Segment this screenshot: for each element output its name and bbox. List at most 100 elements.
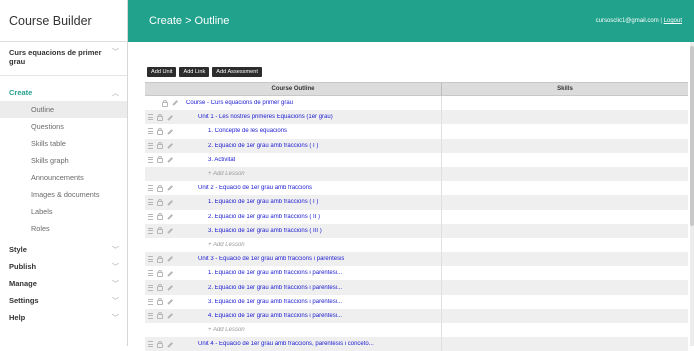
add-lesson-link[interactable]: + Add Lesson	[186, 171, 245, 177]
lock-icon[interactable]	[157, 198, 163, 206]
add-assessment-button[interactable]: Add Assessment	[212, 67, 262, 77]
app-title: Course Builder	[0, 0, 127, 42]
unit-title-link[interactable]: Unit 2 - Equació de 1er grau amb fraccio…	[186, 185, 312, 191]
nav-help[interactable]: Help ﹀	[0, 309, 127, 326]
lock-icon[interactable]	[157, 184, 163, 192]
lesson-title-link[interactable]: 4. Equació de 1er grau amb fraccions i p…	[186, 313, 342, 319]
unit-title-link[interactable]: Unit 4 - Equació de 1er grau amb fraccio…	[186, 341, 374, 347]
pencil-icon[interactable]	[167, 313, 173, 319]
lock-icon[interactable]	[162, 99, 168, 107]
row-icons	[145, 198, 186, 206]
column-divider	[441, 96, 442, 111]
row-icons	[145, 142, 186, 150]
pencil-icon[interactable]	[167, 128, 173, 135]
drag-handle-icon[interactable]	[148, 227, 153, 234]
pencil-icon[interactable]	[167, 185, 173, 191]
lock-icon[interactable]	[157, 269, 163, 277]
lock-icon[interactable]	[157, 340, 163, 348]
lesson-title-link[interactable]: 2. Equació de 1er grau amb fraccions i p…	[186, 285, 342, 291]
sidebar-item-images-documents[interactable]: Images & documents	[0, 186, 127, 203]
lock-icon[interactable]	[157, 312, 163, 320]
sidebar-item-skills-graph[interactable]: Skills graph	[0, 152, 127, 169]
drag-handle-icon[interactable]	[148, 298, 153, 305]
lesson-title-link[interactable]: 1. Equació de 1er grau amb fraccions ( I…	[186, 199, 318, 205]
lesson-title-link[interactable]: 3. Equació de 1er grau amb fraccions ( I…	[186, 228, 322, 234]
lesson-title-link[interactable]: 1. Concepte de les equacions	[186, 128, 287, 134]
add-link-button[interactable]: Add Link	[179, 67, 210, 77]
lesson-row: 2. Equació de 1er grau amb fraccions i p…	[145, 280, 688, 295]
row-icons	[145, 213, 186, 221]
sidebar-item-outline[interactable]: Outline	[0, 101, 127, 118]
unit-title-link[interactable]: Unit 1 - Les nostres primeres Equacions …	[186, 114, 333, 120]
lesson-title-link[interactable]: 2. Equació de 1er grau amb fraccions ( I…	[186, 214, 320, 220]
sidebar-item-skills-table[interactable]: Skills table	[0, 135, 127, 152]
lesson-row: 2. Equació de 1er grau amb fraccions ( I…	[145, 138, 688, 153]
scrollbar-thumb[interactable]	[690, 46, 694, 226]
column-divider	[441, 138, 442, 153]
pencil-icon[interactable]	[167, 199, 173, 206]
add-unit-button[interactable]: Add Unit	[147, 67, 177, 77]
nav-publish[interactable]: Publish ﹀	[0, 258, 127, 275]
drag-handle-icon[interactable]	[148, 270, 153, 277]
nav-manage[interactable]: Manage ﹀	[0, 275, 127, 292]
drag-handle-icon[interactable]	[148, 185, 153, 192]
nav-create[interactable]: Create ︿	[0, 84, 127, 101]
sidebar-item-questions[interactable]: Questions	[0, 118, 127, 135]
row-icons	[145, 227, 186, 235]
col-skills: Skills	[557, 86, 573, 92]
column-divider	[441, 124, 442, 139]
lock-icon[interactable]	[157, 127, 163, 135]
nav-settings[interactable]: Settings ﹀	[0, 292, 127, 309]
row-icons	[145, 184, 186, 192]
pencil-icon[interactable]	[167, 114, 173, 120]
sidebar-item-roles[interactable]: Roles	[0, 220, 127, 237]
add-lesson-link[interactable]: + Add Lesson	[186, 327, 245, 333]
pencil-icon[interactable]	[167, 213, 173, 220]
drag-handle-icon[interactable]	[148, 142, 153, 149]
outline-table: Course Outline Skills Course - Curs equa…	[145, 82, 688, 351]
lock-icon[interactable]	[157, 142, 163, 150]
lesson-title-link[interactable]: 3. Activitat	[186, 157, 235, 163]
drag-handle-icon[interactable]	[148, 256, 153, 263]
lesson-row: 1. Concepte de les equacions	[145, 124, 688, 139]
lock-icon[interactable]	[157, 113, 163, 121]
course-selector[interactable]: Curs equacions de primer grau ﹀	[0, 42, 127, 76]
drag-handle-icon[interactable]	[148, 128, 153, 135]
sidebar-item-labels[interactable]: Labels	[0, 203, 127, 220]
column-divider	[441, 323, 442, 338]
pencil-icon[interactable]	[172, 100, 178, 106]
logout-link[interactable]: Logout	[664, 18, 682, 24]
drag-handle-icon[interactable]	[148, 213, 153, 220]
lock-icon[interactable]	[157, 156, 163, 164]
add-lesson-link[interactable]: + Add Lesson	[186, 242, 245, 248]
pencil-icon[interactable]	[167, 284, 173, 291]
nav-style[interactable]: Style ﹀	[0, 241, 127, 258]
lock-icon[interactable]	[157, 213, 163, 221]
pencil-icon[interactable]	[167, 341, 173, 347]
lesson-title-link[interactable]: 1. Equació de 1er grau amb fraccions i p…	[186, 270, 342, 276]
drag-handle-icon[interactable]	[148, 199, 153, 206]
pencil-icon[interactable]	[167, 228, 173, 234]
lock-icon[interactable]	[157, 284, 163, 292]
drag-handle-icon[interactable]	[148, 284, 153, 291]
drag-handle-icon[interactable]	[148, 156, 153, 163]
pencil-icon[interactable]	[167, 270, 173, 276]
pencil-icon[interactable]	[167, 256, 173, 262]
lock-icon[interactable]	[157, 255, 163, 263]
drag-handle-icon[interactable]	[148, 312, 153, 319]
lesson-title-link[interactable]: 3. Equació de 1er grau amb fraccions i p…	[186, 299, 342, 305]
breadcrumb: Create > Outline	[149, 15, 230, 27]
chevron-down-icon: ﹀	[112, 263, 119, 271]
pencil-icon[interactable]	[167, 143, 173, 149]
unit-title-link[interactable]: Unit 3 - Equació de 1er grau amb fraccio…	[186, 256, 344, 262]
row-icons	[145, 284, 186, 292]
drag-handle-icon[interactable]	[148, 114, 153, 121]
pencil-icon[interactable]	[167, 157, 173, 163]
course-title-link[interactable]: Course - Curs equacions de primer grau	[186, 100, 293, 106]
pencil-icon[interactable]	[167, 299, 173, 305]
sidebar-item-announcements[interactable]: Announcements	[0, 169, 127, 186]
lesson-title-link[interactable]: 2. Equació de 1er grau amb fraccions ( I…	[186, 143, 318, 149]
lock-icon[interactable]	[157, 227, 163, 235]
lock-icon[interactable]	[157, 298, 163, 306]
drag-handle-icon[interactable]	[148, 341, 153, 348]
